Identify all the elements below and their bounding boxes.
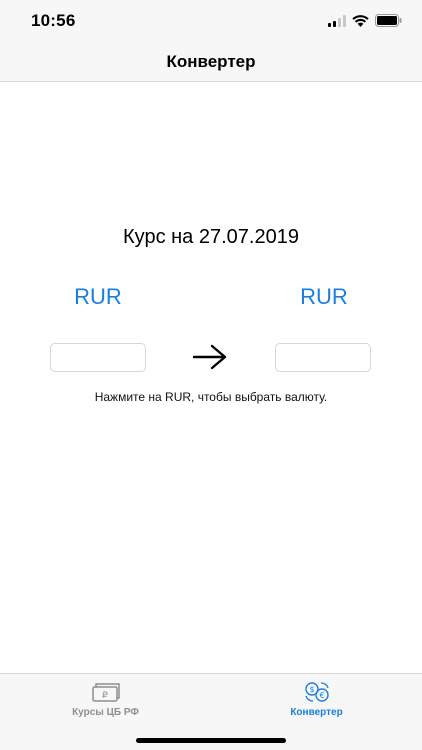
page-title: Конвертер (166, 52, 256, 71)
wifi-icon (352, 14, 369, 27)
tab-rates[interactable]: ₽ Курсы ЦБ РФ (0, 680, 211, 726)
from-currency-button[interactable]: RUR (38, 284, 158, 310)
tab-converter[interactable]: $ € Конвертер (211, 680, 422, 726)
home-indicator (136, 738, 286, 743)
tab-converter-label: Конвертер (290, 707, 343, 718)
signal-icon (328, 14, 346, 27)
tab-rates-label: Курсы ЦБ РФ (72, 707, 139, 718)
to-currency-button[interactable]: RUR (264, 284, 384, 310)
hint-text: Нажмите на RUR, чтобы выбрать валюту. (94, 390, 328, 404)
status-icons (328, 14, 402, 27)
rate-date-title: Курс на 27.07.2019 (123, 226, 299, 248)
to-amount-input[interactable] (275, 343, 371, 372)
status-bar: 10:56 (0, 0, 422, 44)
from-amount-input[interactable] (50, 343, 146, 372)
svg-text:$: $ (309, 685, 314, 694)
banknote-icon: ₽ (91, 683, 120, 702)
svg-text:₽: ₽ (102, 691, 108, 701)
navigation-bar: Конвертер (0, 44, 422, 82)
currency-exchange-icon: $ € (304, 682, 329, 702)
status-time: 10:56 (31, 11, 76, 30)
battery-icon (375, 14, 402, 27)
arrow-right-icon (192, 344, 227, 370)
svg-text:€: € (319, 691, 324, 700)
